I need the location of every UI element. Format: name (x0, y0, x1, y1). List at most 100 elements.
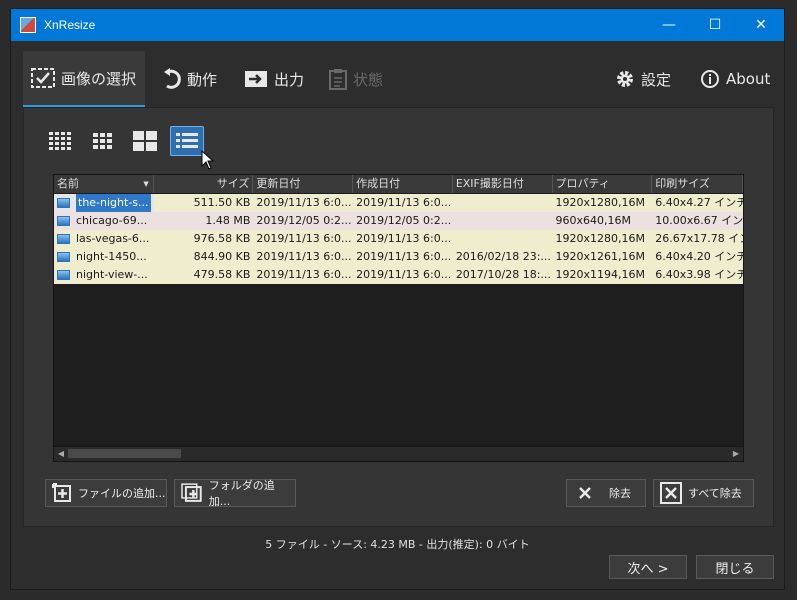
button-label: 除去 (609, 487, 631, 500)
maximize-button[interactable]: ☐ (692, 9, 738, 41)
cell-print: 6.40x4.27 インチ (655, 196, 743, 209)
add-folder-button[interactable]: フォルダの追加... (174, 479, 296, 508)
file-name: chicago-69... (76, 214, 148, 227)
image-select-icon (31, 68, 55, 88)
cell-print: 10.00x6.67 インチ (655, 214, 743, 227)
tab-about[interactable]: About (700, 51, 770, 107)
app-window: XnResize — ☐ ✕ 画像の選択 動作 出力 状態 設定 About 名… (10, 8, 785, 590)
grid-medium-icon (93, 133, 112, 149)
view-medium-thumbs-button[interactable] (86, 126, 120, 156)
tab-label: 状態 (353, 70, 384, 89)
cell-modified: 2019/11/13 6:0... (256, 268, 352, 281)
button-label: すべて除去 (688, 487, 742, 500)
tab-label: About (726, 70, 771, 88)
scroll-left-icon[interactable]: ◀ (54, 447, 68, 461)
column-header[interactable]: 印刷サイズ (652, 175, 743, 193)
app-logo-icon (20, 17, 36, 33)
tab-label: 出力 (274, 70, 305, 89)
column-header[interactable]: 名前 ▼ (54, 175, 154, 193)
grid-large-icon (133, 131, 157, 151)
file-list[interactable]: 名前 ▼ サイズ 更新日付 作成日付 EXIF撮影日付 プロパティ 印刷サイズ the-nig… (53, 174, 744, 462)
scrollbar-thumb[interactable] (68, 449, 181, 458)
remove-all-button[interactable]: すべて除去 (653, 479, 754, 507)
table-row[interactable]: night-view-... 479.58 KB 2019/11/13 6:0...… (54, 266, 743, 284)
file-name-cell: night-view-... (54, 266, 154, 284)
title-bar[interactable]: XnResize — ☐ ✕ (11, 9, 784, 41)
add-files-button[interactable]: ファイルの追加... (45, 479, 167, 507)
column-header[interactable]: サイズ (154, 175, 254, 193)
image-select-panel: 名前 ▼ サイズ 更新日付 作成日付 EXIF撮影日付 プロパティ 印刷サイズ the-nig… (23, 107, 774, 527)
cell-size: 976.58 KB (193, 232, 251, 245)
tab-label: 設定 (641, 70, 672, 89)
cell-print: 26.67x17.78 インチ (655, 232, 743, 245)
file-name: las-vegas-6... (76, 232, 150, 245)
column-header[interactable]: EXIF撮影日付 (453, 175, 553, 193)
cell-exif (453, 212, 553, 230)
column-header-label: 名前 (57, 177, 79, 190)
mouse-cursor-icon (201, 150, 215, 170)
info-icon (701, 70, 719, 88)
image-file-icon (57, 198, 70, 208)
table-row[interactable]: las-vegas-6... 976.58 KB 2019/11/13 6:0...… (54, 230, 743, 248)
tab-status: 状態 (329, 51, 383, 107)
cell-created: 2019/12/05 0:2... (356, 214, 452, 227)
cell-props: 960x640,16M (555, 214, 632, 227)
cell-exif: 2016/02/18 23:... (455, 250, 551, 263)
cell-created: 2019/11/13 6:0... (356, 196, 452, 209)
tab-image-select[interactable]: 画像の選択 (23, 51, 145, 107)
cell-modified: 2019/11/13 6:0... (256, 196, 352, 209)
view-small-thumbs-button[interactable] (43, 126, 77, 156)
cell-size: 1.48 MB (205, 214, 251, 227)
cell-created: 2019/11/13 6:0... (356, 232, 452, 245)
image-file-icon (57, 216, 70, 226)
grid-small-icon (49, 132, 71, 150)
column-header[interactable]: プロパティ (553, 175, 653, 193)
cell-props: 1920x1280,16M (555, 196, 645, 209)
file-name-cell: night-1450... (54, 248, 154, 266)
tab-output[interactable]: 出力 (244, 51, 304, 107)
cell-print: 6.40x3.98 インチ (655, 268, 743, 281)
next-button[interactable]: 次へ > (609, 555, 687, 579)
minimize-button[interactable]: — (646, 9, 692, 41)
cell-size: 511.50 KB (193, 196, 251, 209)
cell-size: 844.90 KB (193, 250, 251, 263)
tab-action[interactable]: 動作 (163, 51, 217, 107)
close-window-button[interactable]: ✕ (738, 9, 784, 41)
x-icon (579, 487, 591, 499)
button-label: フォルダの追加... (208, 479, 275, 508)
cell-print: 6.40x4.20 インチ (655, 250, 743, 263)
cell-exif (453, 194, 553, 212)
column-header[interactable]: 作成日付 (353, 175, 453, 193)
cell-modified: 2019/11/13 6:0... (256, 250, 352, 263)
view-details-button[interactable] (170, 126, 204, 156)
view-large-thumbs-button[interactable] (128, 126, 162, 156)
cell-size: 479.58 KB (193, 268, 251, 281)
file-list-header: 名前 ▼ サイズ 更新日付 作成日付 EXIF撮影日付 プロパティ 印刷サイズ (54, 175, 743, 194)
horizontal-scrollbar[interactable]: ◀ ▶ (54, 446, 743, 461)
table-row[interactable]: the-night-s... 511.50 KB 2019/11/13 6:0...… (54, 194, 743, 212)
sort-desc-icon: ▼ (143, 180, 149, 188)
column-header[interactable]: 更新日付 (253, 175, 354, 193)
tab-label: 動作 (187, 70, 218, 89)
cell-modified: 2019/12/05 0:2... (256, 214, 352, 227)
status-text: 5 ファイル - ソース: 4.23 MB - 出力(推定): 0 バイト (265, 538, 530, 551)
button-label: ファイルの追加... (78, 487, 166, 500)
scroll-right-icon[interactable]: ▶ (729, 447, 743, 461)
cell-props: 1920x1280,16M (555, 232, 645, 245)
file-name-cell: chicago-69... (54, 212, 154, 230)
remove-all-icon (660, 482, 682, 504)
cell-props: 1920x1194,16M (555, 268, 645, 281)
clipboard-icon (329, 69, 347, 90)
image-file-icon (57, 252, 70, 262)
add-file-icon (52, 483, 71, 502)
tab-settings[interactable]: 設定 (615, 51, 671, 107)
file-name: night-view-... (76, 268, 148, 281)
image-file-icon (57, 270, 70, 280)
tab-label: 画像の選択 (61, 69, 137, 88)
remove-button[interactable]: 除去 (566, 479, 646, 507)
file-name-cell: las-vegas-6... (54, 230, 154, 248)
table-row[interactable]: night-1450... 844.90 KB 2019/11/13 6:0... 2… (54, 248, 743, 266)
table-row[interactable]: chicago-69... 1.48 MB 2019/12/05 0:2... 201… (54, 212, 743, 230)
close-button[interactable]: 閉じる (696, 555, 774, 579)
add-folder-icon (181, 483, 202, 502)
